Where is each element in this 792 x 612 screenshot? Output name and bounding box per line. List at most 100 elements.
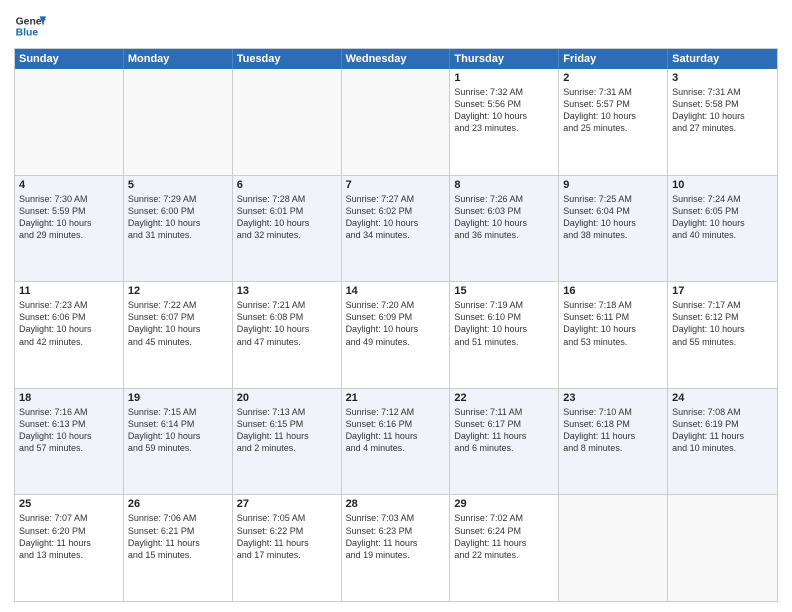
calendar-cell: 16 Sunrise: 7:18 AM Sunset: 6:11 PM Dayli…	[559, 282, 668, 388]
header-cell-saturday: Saturday	[668, 49, 777, 69]
calendar-cell: 19 Sunrise: 7:15 AM Sunset: 6:14 PM Dayli…	[124, 389, 233, 495]
day-number: 29	[454, 498, 554, 510]
day-number: 15	[454, 285, 554, 297]
calendar-cell	[233, 69, 342, 175]
calendar-cell: 3 Sunrise: 7:31 AM Sunset: 5:58 PM Daylig…	[668, 69, 777, 175]
calendar-row: 25Sunrise: 7:07 AM Sunset: 6:20 PM Dayli…	[15, 494, 777, 601]
day-info: Sunrise: 7:21 AM Sunset: 6:08 PM Dayligh…	[237, 299, 337, 348]
day-info: Sunrise: 7:26 AM Sunset: 6:03 PM Dayligh…	[454, 193, 554, 242]
day-number: 7	[346, 179, 446, 191]
calendar-body: 1 Sunrise: 7:32 AM Sunset: 5:56 PM Daylig…	[15, 69, 777, 601]
day-number: 13	[237, 285, 337, 297]
svg-text:Blue: Blue	[16, 28, 39, 39]
header-cell-monday: Monday	[124, 49, 233, 69]
day-info: Sunrise: 7:24 AM Sunset: 6:05 PM Dayligh…	[672, 193, 773, 242]
day-number: 21	[346, 392, 446, 404]
calendar-header: SundayMondayTuesdayWednesdayThursdayFrid…	[15, 49, 777, 69]
day-number: 12	[128, 285, 228, 297]
calendar-cell: 7 Sunrise: 7:27 AM Sunset: 6:02 PM Daylig…	[342, 176, 451, 282]
calendar-cell: 17Sunrise: 7:17 AM Sunset: 6:12 PM Dayli…	[668, 282, 777, 388]
calendar-cell: 6Sunrise: 7:28 AM Sunset: 6:01 PM Daylig…	[233, 176, 342, 282]
header-cell-sunday: Sunday	[15, 49, 124, 69]
logo: General Blue	[14, 10, 46, 42]
calendar-row: 4Sunrise: 7:30 AM Sunset: 5:59 PM Daylig…	[15, 175, 777, 282]
day-info: Sunrise: 7:27 AM Sunset: 6:02 PM Dayligh…	[346, 193, 446, 242]
day-info: Sunrise: 7:32 AM Sunset: 5:56 PM Dayligh…	[454, 86, 554, 135]
header-cell-wednesday: Wednesday	[342, 49, 451, 69]
day-number: 23	[563, 392, 663, 404]
calendar-cell: 15 Sunrise: 7:19 AM Sunset: 6:10 PM Dayli…	[450, 282, 559, 388]
day-info: Sunrise: 7:16 AM Sunset: 6:13 PM Dayligh…	[19, 406, 119, 455]
day-info: Sunrise: 7:02 AM Sunset: 6:24 PM Dayligh…	[454, 512, 554, 561]
day-number: 22	[454, 392, 554, 404]
calendar: SundayMondayTuesdayWednesdayThursdayFrid…	[14, 48, 778, 602]
day-number: 8	[454, 179, 554, 191]
calendar-cell: 26 Sunrise: 7:06 AM Sunset: 6:21 PM Dayli…	[124, 495, 233, 601]
header-cell-friday: Friday	[559, 49, 668, 69]
calendar-cell: 12 Sunrise: 7:22 AM Sunset: 6:07 PM Dayli…	[124, 282, 233, 388]
day-number: 16	[563, 285, 663, 297]
day-info: Sunrise: 7:29 AM Sunset: 6:00 PM Dayligh…	[128, 193, 228, 242]
day-number: 26	[128, 498, 228, 510]
day-info: Sunrise: 7:03 AM Sunset: 6:23 PM Dayligh…	[346, 512, 446, 561]
day-info: Sunrise: 7:18 AM Sunset: 6:11 PM Dayligh…	[563, 299, 663, 348]
calendar-cell: 23Sunrise: 7:10 AM Sunset: 6:18 PM Dayli…	[559, 389, 668, 495]
day-number: 2	[563, 72, 663, 84]
calendar-cell: 4Sunrise: 7:30 AM Sunset: 5:59 PM Daylig…	[15, 176, 124, 282]
calendar-cell: 9 Sunrise: 7:25 AM Sunset: 6:04 PM Daylig…	[559, 176, 668, 282]
day-info: Sunrise: 7:31 AM Sunset: 5:58 PM Dayligh…	[672, 86, 773, 135]
calendar-cell	[124, 69, 233, 175]
day-info: Sunrise: 7:20 AM Sunset: 6:09 PM Dayligh…	[346, 299, 446, 348]
day-number: 27	[237, 498, 337, 510]
calendar-cell: 11 Sunrise: 7:23 AM Sunset: 6:06 PM Dayli…	[15, 282, 124, 388]
calendar-cell	[668, 495, 777, 601]
day-number: 10	[672, 179, 773, 191]
day-number: 28	[346, 498, 446, 510]
calendar-cell: 13 Sunrise: 7:21 AM Sunset: 6:08 PM Dayli…	[233, 282, 342, 388]
calendar-row: 1 Sunrise: 7:32 AM Sunset: 5:56 PM Daylig…	[15, 69, 777, 175]
day-number: 18	[19, 392, 119, 404]
day-number: 19	[128, 392, 228, 404]
calendar-cell: 29 Sunrise: 7:02 AM Sunset: 6:24 PM Dayli…	[450, 495, 559, 601]
header-cell-tuesday: Tuesday	[233, 49, 342, 69]
day-info: Sunrise: 7:07 AM Sunset: 6:20 PM Dayligh…	[19, 512, 119, 561]
calendar-cell: 10 Sunrise: 7:24 AM Sunset: 6:05 PM Dayli…	[668, 176, 777, 282]
calendar-cell: 22 Sunrise: 7:11 AM Sunset: 6:17 PM Dayli…	[450, 389, 559, 495]
day-number: 5	[128, 179, 228, 191]
day-info: Sunrise: 7:19 AM Sunset: 6:10 PM Dayligh…	[454, 299, 554, 348]
day-info: Sunrise: 7:15 AM Sunset: 6:14 PM Dayligh…	[128, 406, 228, 455]
day-info: Sunrise: 7:11 AM Sunset: 6:17 PM Dayligh…	[454, 406, 554, 455]
calendar-cell: 21 Sunrise: 7:12 AM Sunset: 6:16 PM Dayli…	[342, 389, 451, 495]
day-number: 4	[19, 179, 119, 191]
calendar-cell: 5 Sunrise: 7:29 AM Sunset: 6:00 PM Daylig…	[124, 176, 233, 282]
calendar-cell	[559, 495, 668, 601]
calendar-row: 18 Sunrise: 7:16 AM Sunset: 6:13 PM Dayli…	[15, 388, 777, 495]
calendar-cell	[15, 69, 124, 175]
day-number: 9	[563, 179, 663, 191]
day-number: 14	[346, 285, 446, 297]
day-info: Sunrise: 7:25 AM Sunset: 6:04 PM Dayligh…	[563, 193, 663, 242]
logo-icon: General Blue	[14, 10, 46, 42]
day-info: Sunrise: 7:06 AM Sunset: 6:21 PM Dayligh…	[128, 512, 228, 561]
calendar-cell: 1 Sunrise: 7:32 AM Sunset: 5:56 PM Daylig…	[450, 69, 559, 175]
day-info: Sunrise: 7:31 AM Sunset: 5:57 PM Dayligh…	[563, 86, 663, 135]
day-info: Sunrise: 7:22 AM Sunset: 6:07 PM Dayligh…	[128, 299, 228, 348]
day-info: Sunrise: 7:28 AM Sunset: 6:01 PM Dayligh…	[237, 193, 337, 242]
day-info: Sunrise: 7:23 AM Sunset: 6:06 PM Dayligh…	[19, 299, 119, 348]
calendar-cell: 14 Sunrise: 7:20 AM Sunset: 6:09 PM Dayli…	[342, 282, 451, 388]
calendar-cell: 8 Sunrise: 7:26 AM Sunset: 6:03 PM Daylig…	[450, 176, 559, 282]
day-number: 3	[672, 72, 773, 84]
calendar-row: 11 Sunrise: 7:23 AM Sunset: 6:06 PM Dayli…	[15, 281, 777, 388]
day-number: 11	[19, 285, 119, 297]
calendar-cell: 2 Sunrise: 7:31 AM Sunset: 5:57 PM Daylig…	[559, 69, 668, 175]
calendar-cell: 27Sunrise: 7:05 AM Sunset: 6:22 PM Dayli…	[233, 495, 342, 601]
day-info: Sunrise: 7:13 AM Sunset: 6:15 PM Dayligh…	[237, 406, 337, 455]
calendar-cell: 24Sunrise: 7:08 AM Sunset: 6:19 PM Dayli…	[668, 389, 777, 495]
day-number: 24	[672, 392, 773, 404]
day-number: 20	[237, 392, 337, 404]
day-number: 1	[454, 72, 554, 84]
calendar-cell: 25Sunrise: 7:07 AM Sunset: 6:20 PM Dayli…	[15, 495, 124, 601]
calendar-cell: 28 Sunrise: 7:03 AM Sunset: 6:23 PM Dayli…	[342, 495, 451, 601]
day-info: Sunrise: 7:12 AM Sunset: 6:16 PM Dayligh…	[346, 406, 446, 455]
calendar-cell: 20 Sunrise: 7:13 AM Sunset: 6:15 PM Dayli…	[233, 389, 342, 495]
